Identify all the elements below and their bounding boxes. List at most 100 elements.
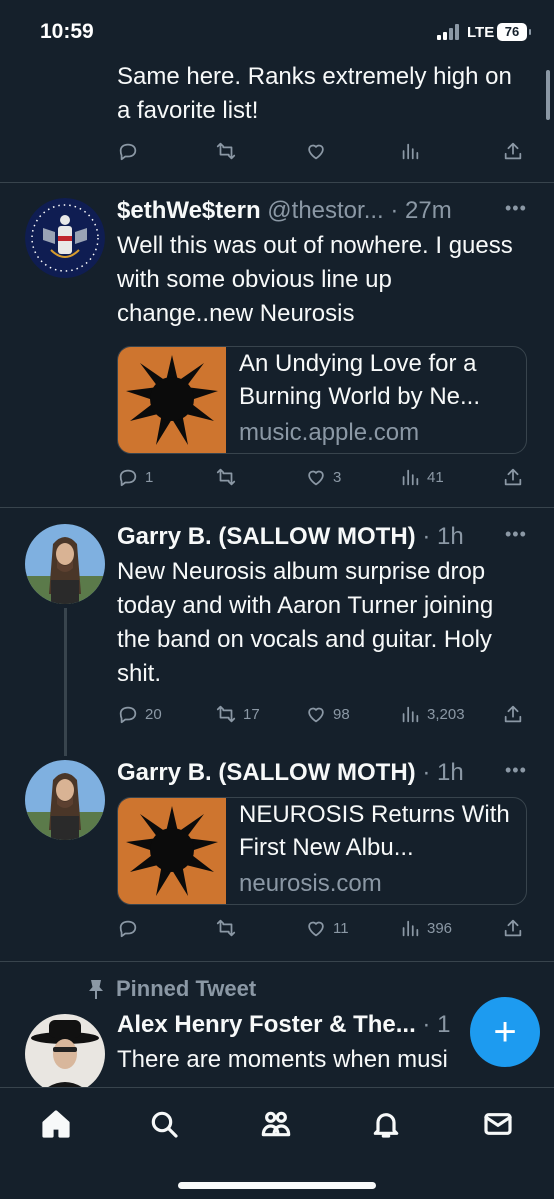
divider (0, 507, 554, 508)
tweet-time[interactable]: · 1h (422, 759, 463, 786)
retweet-button[interactable] (215, 917, 237, 939)
reply-icon (119, 143, 137, 161)
pinned-label-row: Pinned Tweet (86, 976, 256, 1002)
share-button[interactable] (502, 917, 524, 939)
thread-line (64, 608, 67, 756)
author-name[interactable]: Garry B. (SALLOW MOTH) (117, 523, 416, 550)
like-button[interactable] (305, 140, 327, 162)
author-name[interactable]: Alex Henry Foster & The... (117, 1011, 416, 1038)
link-card[interactable]: An Undying Love for a Burning World by N… (117, 346, 527, 454)
tweet-header: $ethWe$tern @thestor... · 27m (117, 196, 497, 226)
views-icon (402, 706, 419, 723)
author-name[interactable]: $ethWe$tern (117, 197, 261, 224)
tweet-actions: 1 3 41 (117, 466, 527, 494)
heart-icon (308, 707, 324, 723)
compose-button[interactable]: + (470, 997, 540, 1067)
battery-icon: 76 (497, 23, 531, 41)
tweet-time[interactable]: · 1 (422, 1011, 450, 1038)
retweet-icon (216, 919, 236, 937)
more-options-icon[interactable]: ••• (505, 198, 527, 219)
like-button[interactable]: 11 (305, 917, 349, 939)
views-count: 396 (427, 919, 453, 937)
tab-communities[interactable] (260, 1108, 296, 1144)
share-button[interactable] (502, 703, 524, 725)
search-icon (151, 1111, 178, 1138)
heart-icon (308, 470, 324, 486)
views-icon (402, 920, 419, 937)
reply-button[interactable]: 20 (117, 703, 162, 725)
reply-count: 1 (145, 468, 154, 486)
like-button[interactable]: 98 (305, 703, 350, 725)
more-options-icon[interactable]: ••• (505, 760, 527, 781)
scrollbar[interactable] (546, 70, 550, 120)
share-icon (504, 142, 522, 160)
author-name[interactable]: Garry B. (SALLOW MOTH) (117, 759, 416, 786)
card-title: An Undying Love for a Burning World by N… (239, 350, 480, 410)
album-thumbnail (118, 798, 226, 904)
tweet-header: Alex Henry Foster & The... · 1 (117, 1010, 462, 1040)
retweet-button[interactable]: 17 (215, 703, 260, 725)
avatar[interactable] (25, 524, 105, 604)
like-count: 11 (333, 919, 349, 937)
tweet-actions: 20 17 98 3,203 (117, 703, 527, 731)
views-button[interactable]: 396 (399, 917, 452, 939)
reply-button[interactable] (117, 140, 139, 162)
tweet-time[interactable]: · 1h (422, 523, 463, 550)
album-thumbnail (118, 347, 226, 453)
reply-icon (119, 706, 137, 724)
retweet-count: 17 (243, 705, 260, 723)
tab-messages[interactable] (482, 1108, 518, 1144)
divider (0, 961, 554, 962)
communities-icon (261, 1111, 291, 1137)
home-indicator (178, 1182, 376, 1189)
tab-notifications[interactable] (370, 1108, 406, 1144)
share-icon (504, 919, 522, 937)
reply-icon (119, 920, 137, 938)
tweet-header: Garry B. (SALLOW MOTH) · 1h (117, 522, 497, 552)
compose-plus-icon: + (493, 1010, 517, 1054)
avatar[interactable] (25, 760, 105, 840)
like-count: 98 (333, 705, 350, 723)
timeline-feed[interactable]: Same here. Ranks extremely high on a fav… (0, 66, 554, 1087)
status-time: 10:59 (40, 20, 94, 43)
notifications-icon (373, 1113, 399, 1138)
views-count: 3,203 (427, 705, 465, 723)
like-count: 3 (333, 468, 342, 486)
tab-home[interactable] (40, 1108, 76, 1144)
share-button[interactable] (502, 140, 524, 162)
network-label: LTE (467, 24, 495, 41)
retweet-button[interactable] (215, 466, 237, 488)
card-title: NEUROSIS Returns With First New Albu... (239, 801, 510, 861)
share-icon (504, 705, 522, 723)
tweet-time[interactable]: · 27m (390, 197, 451, 224)
pinned-label: Pinned Tweet (116, 976, 257, 1001)
avatar[interactable] (25, 198, 105, 278)
link-card[interactable]: NEUROSIS Returns With First New Albu... … (117, 797, 527, 905)
tab-search[interactable] (148, 1108, 184, 1144)
retweet-button[interactable] (215, 140, 237, 162)
like-button[interactable]: 3 (305, 466, 341, 488)
tweet-text: New Neurosis album surprise drop today a… (117, 558, 494, 687)
retweet-icon (216, 468, 236, 486)
more-options-icon[interactable]: ••• (505, 524, 527, 545)
reply-button[interactable] (117, 917, 139, 939)
reply-button[interactable]: 1 (117, 466, 153, 488)
views-button[interactable]: 3,203 (399, 703, 465, 725)
reply-icon (119, 469, 137, 487)
tweet-actions (117, 140, 527, 168)
avatar[interactable] (25, 1014, 105, 1087)
card-domain: music.apple.com (239, 419, 420, 446)
reply-count: 20 (145, 705, 162, 723)
views-button[interactable]: 41 (399, 466, 444, 488)
tweet-text: Same here. Ranks extremely high on a fav… (117, 66, 512, 124)
heart-icon (308, 921, 324, 937)
views-count: 41 (427, 468, 444, 486)
tweet-text: Well this was out of nowhere. I guess wi… (117, 232, 513, 327)
share-button[interactable] (502, 466, 524, 488)
author-handle[interactable]: @thestor... (267, 197, 383, 224)
views-button[interactable] (399, 140, 421, 162)
tweet-text: There are moments when musi (117, 1046, 448, 1073)
tweet-header: Garry B. (SALLOW MOTH) · 1h (117, 758, 497, 788)
card-domain: neurosis.com (239, 870, 382, 897)
retweet-icon (216, 142, 236, 160)
